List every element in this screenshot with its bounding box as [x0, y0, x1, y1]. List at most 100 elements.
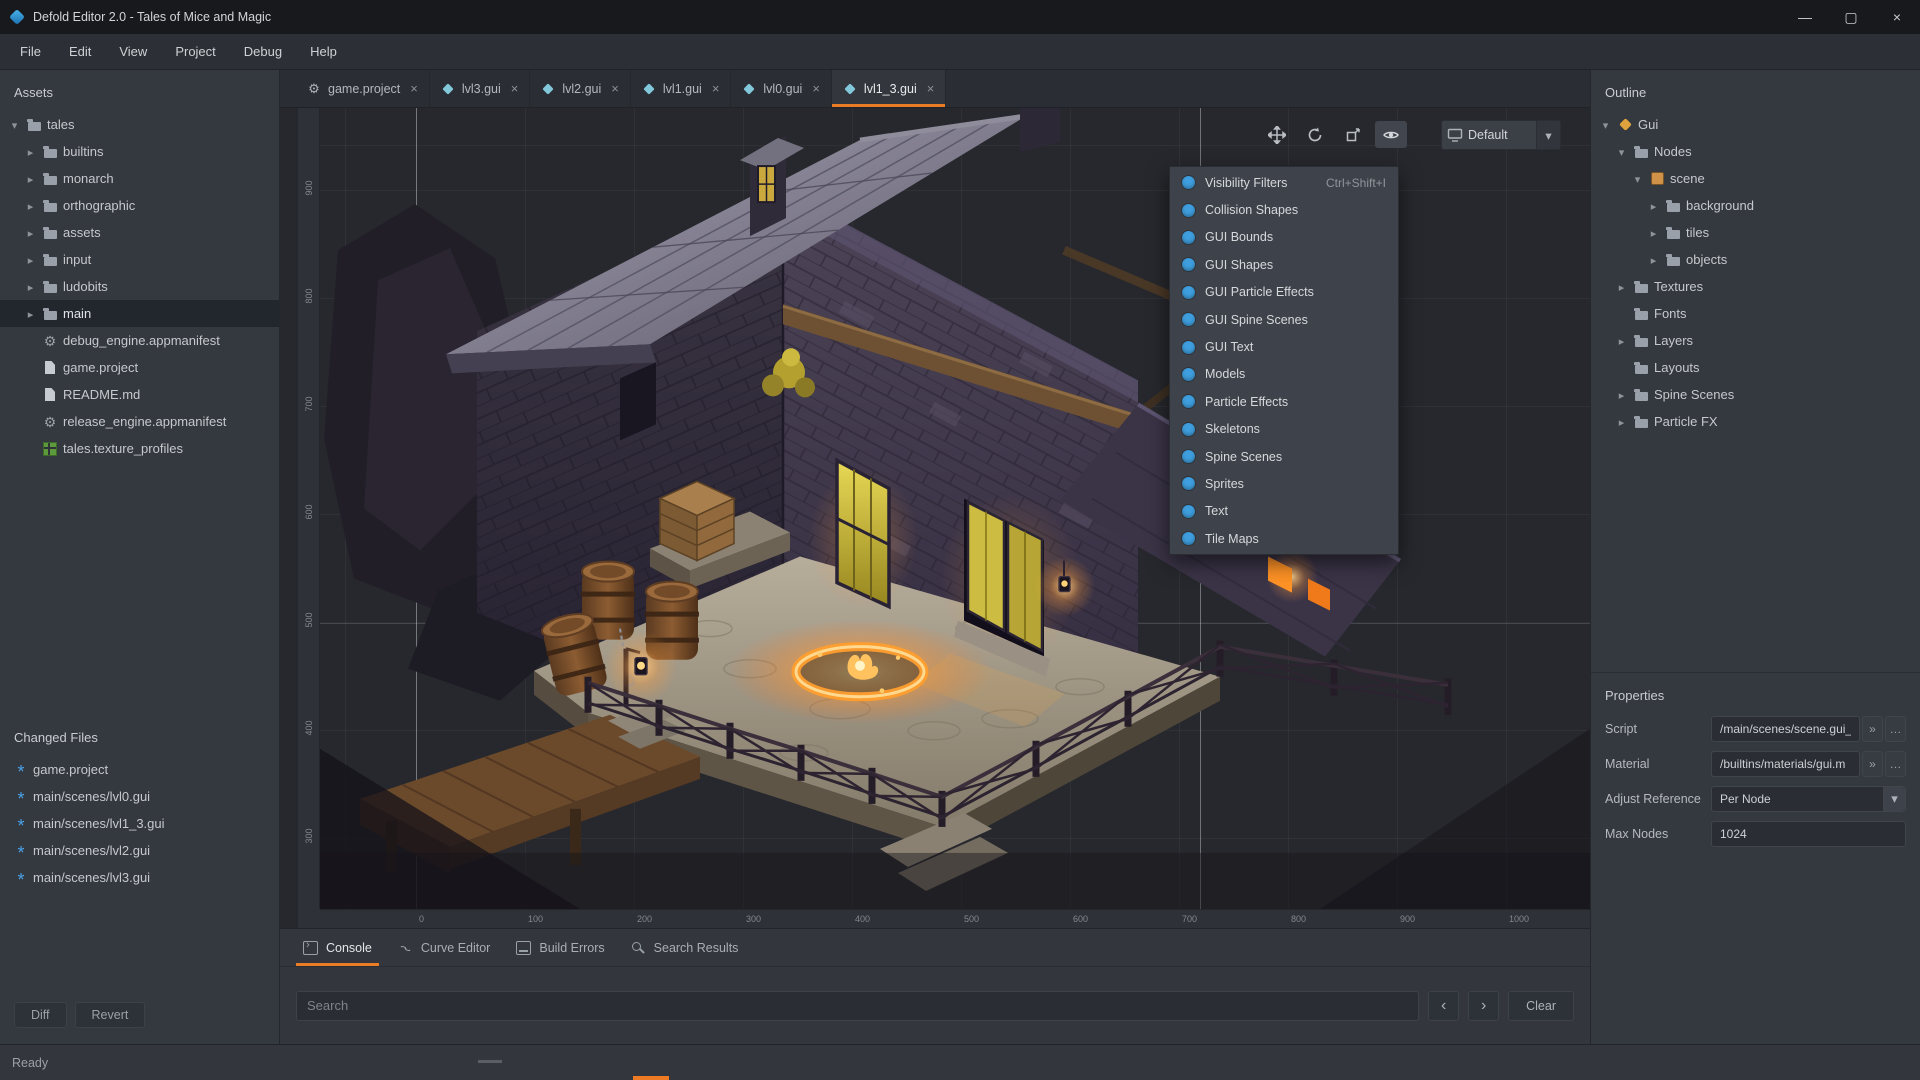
toggle-on-icon[interactable] — [1182, 286, 1195, 299]
toggle-on-icon[interactable] — [1182, 532, 1195, 545]
asset-tree-row[interactable]: release_engine.appmanifest — [0, 408, 279, 435]
outline-tree-row[interactable]: Textures — [1591, 273, 1920, 300]
asset-tree-row[interactable]: orthographic — [0, 192, 279, 219]
disclosure-arrow-icon[interactable] — [1615, 387, 1628, 402]
move-tool-button[interactable] — [1261, 121, 1293, 148]
menu-item[interactable]: Help — [296, 34, 351, 70]
editor-tab[interactable]: lvl0.gui × — [731, 70, 832, 107]
maximize-button[interactable]: ▢ — [1828, 0, 1874, 34]
menu-item[interactable]: Edit — [55, 34, 105, 70]
toggle-on-icon[interactable] — [1182, 368, 1195, 381]
changed-file-row[interactable]: main/scenes/lvl2.gui — [0, 837, 279, 864]
disclosure-arrow-icon[interactable] — [24, 279, 37, 294]
tab-close-button[interactable]: × — [712, 81, 720, 96]
toggle-on-icon[interactable] — [1182, 395, 1195, 408]
toggle-on-icon[interactable] — [1182, 258, 1195, 271]
visibility-menu-item[interactable]: Sprites — [1170, 470, 1398, 497]
disclosure-arrow-icon[interactable] — [24, 252, 37, 267]
toggle-on-icon[interactable] — [1182, 204, 1195, 217]
visibility-menu-item[interactable]: Spine Scenes — [1170, 443, 1398, 470]
console-tab[interactable]: Console — [290, 929, 385, 966]
disclosure-arrow-icon[interactable] — [1615, 279, 1628, 294]
editor-tab[interactable]: lvl1.gui × — [631, 70, 732, 107]
disclosure-arrow-icon[interactable] — [8, 117, 21, 132]
outline-tree-row[interactable]: background — [1591, 192, 1920, 219]
console-tab[interactable]: Search Results — [618, 929, 752, 966]
asset-tree-row[interactable]: input — [0, 246, 279, 273]
menu-item[interactable]: File — [6, 34, 55, 70]
tab-close-button[interactable]: × — [927, 81, 935, 96]
asset-tree-row[interactable]: main — [0, 300, 279, 327]
editor-tab[interactable]: lvl3.gui × — [430, 70, 531, 107]
layout-profile-dropdown[interactable]: Default ▾ — [1441, 120, 1561, 150]
toggle-on-icon[interactable] — [1182, 313, 1195, 326]
outline-tree-row[interactable]: scene — [1591, 165, 1920, 192]
console-tab[interactable]: Curve Editor — [385, 929, 503, 966]
search-prev-button[interactable]: ‹ — [1428, 991, 1459, 1021]
disclosure-arrow-icon[interactable] — [1647, 198, 1660, 213]
changed-file-row[interactable]: game.project — [0, 756, 279, 783]
chevron-down-icon[interactable]: ▾ — [1883, 787, 1905, 811]
asset-tree-row[interactable]: README.md — [0, 381, 279, 408]
toggle-on-icon[interactable] — [1182, 341, 1195, 354]
toggle-on-icon[interactable] — [1182, 423, 1195, 436]
outline-tree-row[interactable]: tiles — [1591, 219, 1920, 246]
adjust-reference-select[interactable]: Per Node ▾ — [1711, 786, 1906, 812]
changed-file-row[interactable]: main/scenes/lvl1_3.gui — [0, 810, 279, 837]
asset-tree-row[interactable]: ludobits — [0, 273, 279, 300]
material-input[interactable] — [1711, 751, 1860, 777]
visibility-menu-item[interactable]: Models — [1170, 361, 1398, 388]
open-resource-button[interactable]: » — [1862, 751, 1883, 777]
close-button[interactable]: × — [1874, 0, 1920, 34]
visibility-menu-item[interactable]: GUI Spine Scenes — [1170, 306, 1398, 333]
tab-close-button[interactable]: × — [410, 81, 418, 96]
toggle-on-icon[interactable] — [1182, 477, 1195, 490]
asset-tree-row[interactable]: monarch — [0, 165, 279, 192]
outline-tree-row[interactable]: Spine Scenes — [1591, 381, 1920, 408]
toggle-on-icon[interactable] — [1182, 176, 1195, 189]
disclosure-arrow-icon[interactable] — [1631, 171, 1644, 186]
asset-tree-row[interactable]: tales.texture_profiles — [0, 435, 279, 462]
outline-tree-row[interactable]: Layers — [1591, 327, 1920, 354]
tab-close-button[interactable]: × — [511, 81, 519, 96]
outline-tree-row[interactable]: Fonts — [1591, 300, 1920, 327]
scene-canvas[interactable]: Default ▾ Visibility Filters Ctrl+Shift+… — [320, 108, 1590, 909]
menu-item[interactable]: Project — [161, 34, 229, 70]
visibility-menu-item[interactable]: GUI Bounds — [1170, 224, 1398, 251]
outline-tree-row[interactable]: Nodes — [1591, 138, 1920, 165]
disclosure-arrow-icon[interactable] — [24, 198, 37, 213]
visibility-menu-item[interactable]: Skeletons — [1170, 416, 1398, 443]
visibility-menu-item[interactable]: GUI Text — [1170, 333, 1398, 360]
visibility-menu-item[interactable]: Text — [1170, 498, 1398, 525]
script-input[interactable] — [1711, 716, 1860, 742]
visibility-menu-item[interactable]: GUI Shapes — [1170, 251, 1398, 278]
console-tab[interactable]: Build Errors — [503, 929, 617, 966]
browse-button[interactable]: … — [1885, 716, 1906, 742]
menu-item[interactable]: Debug — [230, 34, 296, 70]
asset-tree-row[interactable]: assets — [0, 219, 279, 246]
visibility-menu-item[interactable]: Particle Effects — [1170, 388, 1398, 415]
disclosure-arrow-icon[interactable] — [1615, 414, 1628, 429]
toggle-on-icon[interactable] — [1182, 231, 1195, 244]
disclosure-arrow-icon[interactable] — [1615, 144, 1628, 159]
disclosure-arrow-icon[interactable] — [24, 144, 37, 159]
outline-tree-row[interactable]: objects — [1591, 246, 1920, 273]
tab-close-button[interactable]: × — [611, 81, 619, 96]
visibility-menu-item[interactable]: Collision Shapes — [1170, 196, 1398, 223]
search-next-button[interactable]: › — [1468, 991, 1499, 1021]
disclosure-arrow-icon[interactable] — [1615, 333, 1628, 348]
visibility-menu-item[interactable]: Visibility Filters Ctrl+Shift+I — [1170, 169, 1398, 196]
tab-close-button[interactable]: × — [812, 81, 820, 96]
browse-button[interactable]: … — [1885, 751, 1906, 777]
disclosure-arrow-icon[interactable] — [1647, 225, 1660, 240]
editor-tab[interactable]: lvl2.gui × — [530, 70, 631, 107]
editor-tab[interactable]: lvl1_3.gui × — [832, 70, 946, 107]
disclosure-arrow-icon[interactable] — [24, 225, 37, 240]
asset-tree-row[interactable]: tales — [0, 111, 279, 138]
asset-tree-row[interactable]: game.project — [0, 354, 279, 381]
outline-tree-row[interactable]: Particle FX — [1591, 408, 1920, 435]
visibility-menu-item[interactable]: GUI Particle Effects — [1170, 279, 1398, 306]
max-nodes-input[interactable] — [1711, 821, 1906, 847]
disclosure-arrow-icon[interactable] — [1647, 252, 1660, 267]
changed-file-row[interactable]: main/scenes/lvl3.gui — [0, 864, 279, 891]
